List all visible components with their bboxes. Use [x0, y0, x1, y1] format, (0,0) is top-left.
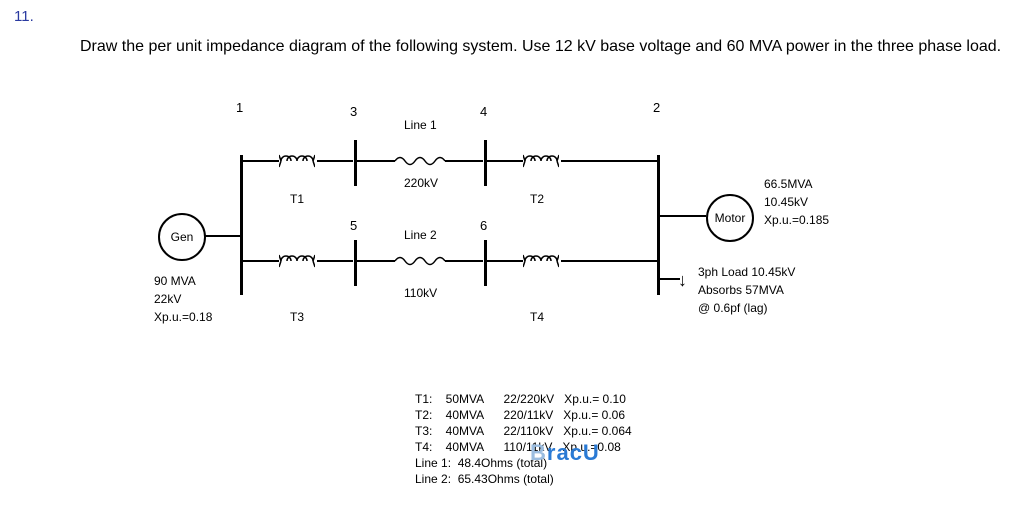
load-l2: Absorbs 57MVA — [698, 283, 784, 297]
watermark-text: BracU — [530, 440, 600, 466]
transformer-t1 — [279, 149, 315, 173]
generator-symbol: Gen — [158, 213, 206, 261]
line1-label: Line 1 — [404, 118, 437, 132]
load-arrow-icon: ↓ — [678, 270, 687, 291]
circuit-diagram: Gen 90 MVA 22kV Xp.u.=0.18 1 T1 3 Line 1… — [150, 100, 930, 380]
busbar-2 — [657, 155, 660, 295]
wire — [561, 260, 657, 262]
line2-label: Line 2 — [404, 228, 437, 242]
busbar-5 — [354, 240, 357, 286]
transformer-t2 — [523, 149, 559, 173]
t4-label: T4 — [530, 310, 544, 324]
wire — [561, 160, 657, 162]
wire — [317, 160, 353, 162]
gen-xpu: Xp.u.=0.18 — [154, 310, 212, 324]
busbar-4 — [484, 140, 487, 186]
busbar-1 — [240, 155, 243, 295]
wire — [660, 278, 680, 280]
bus-number-1: 1 — [236, 100, 243, 115]
line2-kv: 110kV — [404, 286, 437, 300]
transformer-t4 — [523, 249, 559, 273]
wire — [317, 260, 353, 262]
wire — [487, 160, 523, 162]
wire — [487, 260, 523, 262]
bus-number-2: 2 — [653, 100, 660, 115]
gen-kv: 22kV — [154, 292, 181, 306]
wire — [445, 160, 483, 162]
wire — [660, 215, 706, 217]
wire — [357, 260, 395, 262]
wire — [243, 260, 279, 262]
t1-label: T1 — [290, 192, 304, 206]
t2-label: T2 — [530, 192, 544, 206]
question-text: Draw the per unit impedance diagram of t… — [80, 38, 1001, 56]
table-row-t1: T1: 50MVA 22/220kV Xp.u.= 0.10 — [415, 391, 632, 407]
motor-label: Motor — [715, 211, 746, 225]
motor-mva: 66.5MVA — [764, 177, 812, 191]
question-number: 11. — [14, 8, 34, 25]
transmission-line-1 — [395, 154, 445, 168]
busbar-3 — [354, 140, 357, 186]
gen-mva: 90 MVA — [154, 274, 196, 288]
wire — [204, 235, 240, 237]
wire — [357, 160, 395, 162]
motor-kv: 10.45kV — [764, 195, 808, 209]
bus-number-4: 4 — [480, 104, 487, 119]
wire — [445, 260, 483, 262]
generator-label: Gen — [171, 230, 194, 244]
bus-number-3: 3 — [350, 104, 357, 119]
load-l1: 3ph Load 10.45kV — [698, 265, 795, 279]
busbar-6 — [484, 240, 487, 286]
bus-number-5: 5 — [350, 218, 357, 233]
transformer-t3 — [279, 249, 315, 273]
line1-kv: 220kV — [404, 176, 438, 190]
load-l3: @ 0.6pf (lag) — [698, 301, 768, 315]
bus-number-6: 6 — [480, 218, 487, 233]
component-data-table: T1: 50MVA 22/220kV Xp.u.= 0.10 T2: 40MVA… — [415, 391, 632, 487]
transmission-line-2 — [395, 254, 445, 268]
t3-label: T3 — [290, 310, 304, 324]
motor-symbol: Motor — [706, 194, 754, 242]
wire — [243, 160, 279, 162]
motor-xpu: Xp.u.=0.185 — [764, 213, 829, 227]
table-row-t3: T3: 40MVA 22/110kV Xp.u.= 0.064 — [415, 423, 632, 439]
table-row-t2: T2: 40MVA 220/11kV Xp.u.= 0.06 — [415, 407, 632, 423]
table-row-line2: Line 2: 65.43Ohms (total) — [415, 471, 632, 487]
